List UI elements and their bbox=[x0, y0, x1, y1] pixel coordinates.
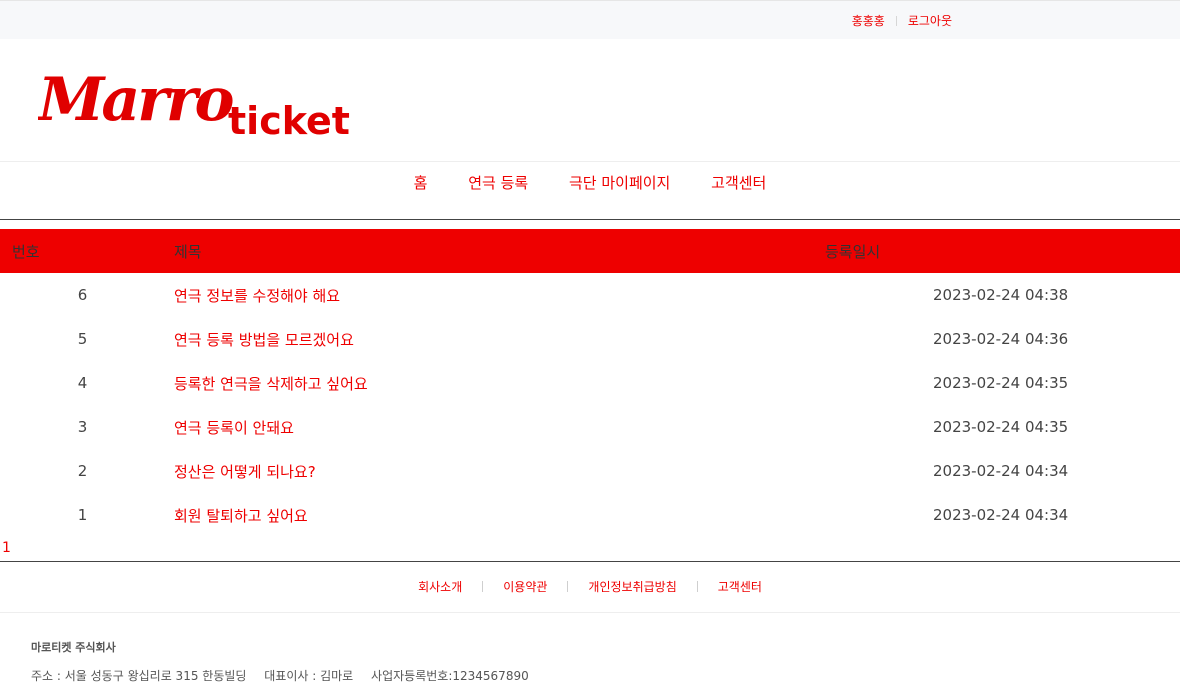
footer-divider-top bbox=[0, 561, 1180, 562]
header-date: 등록일시 bbox=[825, 243, 881, 261]
divider bbox=[567, 581, 569, 592]
row-title-link[interactable]: 연극 정보를 수정해야 해요 bbox=[174, 285, 340, 306]
row-title-link[interactable]: 연극 등록이 안돼요 bbox=[174, 417, 294, 438]
footer-link-customer-center[interactable]: 고객센터 bbox=[718, 578, 762, 595]
company-address: 주소 : 서울 성동구 왕십리로 315 한동빌딩 bbox=[31, 669, 247, 683]
row-date: 2023-02-24 04:36 bbox=[933, 330, 1069, 348]
row-date: 2023-02-24 04:35 bbox=[933, 374, 1069, 392]
nav-item-troupe-mypage[interactable]: 극단 마이페이지 bbox=[569, 172, 670, 193]
row-number: 3 bbox=[77, 418, 88, 436]
board-table-header: 번호 제목 등록일시 bbox=[0, 229, 1180, 273]
nav-item-customer-center[interactable]: 고객센터 bbox=[711, 172, 766, 193]
row-title-link[interactable]: 정산은 어떻게 되나요? bbox=[174, 461, 316, 482]
row-date: 2023-02-24 04:34 bbox=[933, 506, 1069, 524]
table-row: 5 연극 등록 방법을 모르겠어요 2023-02-24 04:36 bbox=[0, 317, 1180, 361]
footer-links: 회사소개 이용약관 개인정보취급방침 고객센터 bbox=[0, 578, 1180, 595]
nav-item-play-register[interactable]: 연극 등록 bbox=[468, 172, 528, 193]
row-title-link[interactable]: 회원 탈퇴하고 싶어요 bbox=[174, 505, 308, 526]
board-table-body: 6 연극 정보를 수정해야 해요 2023-02-24 04:38 5 연극 등… bbox=[0, 273, 1180, 537]
company-name: 마로티켓 주식회사 bbox=[31, 641, 116, 654]
row-number: 6 bbox=[77, 286, 88, 304]
header-number: 번호 bbox=[12, 243, 40, 261]
logo-ticket-text: ticket bbox=[228, 99, 350, 142]
header-title: 제목 bbox=[174, 243, 202, 261]
pagination-page-1[interactable]: 1 bbox=[2, 540, 11, 556]
divider bbox=[696, 581, 698, 592]
company-info: 주소 : 서울 성동구 왕십리로 315 한동빌딩 대표이사 : 김마로 사업자… bbox=[31, 667, 543, 684]
table-row: 6 연극 정보를 수정해야 해요 2023-02-24 04:38 bbox=[0, 273, 1180, 317]
footer-link-about[interactable]: 회사소개 bbox=[418, 578, 462, 595]
nav-divider-top bbox=[0, 161, 1180, 162]
footer-divider-bottom bbox=[0, 612, 1180, 613]
divider bbox=[482, 581, 484, 592]
table-row: 2 정산은 어떻게 되나요? 2023-02-24 04:34 bbox=[0, 449, 1180, 493]
nav-item-home[interactable]: 홈 bbox=[414, 172, 428, 193]
top-utility-bar: 홍홍홍 로그아웃 bbox=[0, 0, 1180, 39]
row-title-link[interactable]: 연극 등록 방법을 모르겠어요 bbox=[174, 329, 354, 350]
logout-link[interactable]: 로그아웃 bbox=[908, 12, 952, 29]
row-number: 5 bbox=[77, 330, 88, 348]
user-links: 홍홍홍 로그아웃 bbox=[852, 12, 952, 29]
row-date: 2023-02-24 04:38 bbox=[933, 286, 1069, 304]
row-date: 2023-02-24 04:35 bbox=[933, 418, 1069, 436]
nav-divider-bottom bbox=[0, 219, 1180, 220]
table-row: 4 등록한 연극을 삭제하고 싶어요 2023-02-24 04:35 bbox=[0, 361, 1180, 405]
row-number: 4 bbox=[77, 374, 88, 392]
row-title-link[interactable]: 등록한 연극을 삭제하고 싶어요 bbox=[174, 373, 368, 394]
footer-link-privacy[interactable]: 개인정보취급방침 bbox=[588, 578, 676, 595]
company-biz-number: 사업자등록번호:1234567890 bbox=[371, 669, 529, 683]
row-date: 2023-02-24 04:34 bbox=[933, 462, 1069, 480]
row-number: 2 bbox=[77, 462, 88, 480]
user-name-link[interactable]: 홍홍홍 bbox=[852, 12, 885, 29]
main-nav: 홈 연극 등록 극단 마이페이지 고객센터 bbox=[0, 172, 1180, 193]
row-number: 1 bbox=[77, 506, 88, 524]
marroticket-logo[interactable]: Marro ticket bbox=[38, 62, 358, 142]
table-row: 3 연극 등록이 안돼요 2023-02-24 04:35 bbox=[0, 405, 1180, 449]
footer-link-terms[interactable]: 이용약관 bbox=[503, 578, 547, 595]
logo-script-text: Marro bbox=[38, 65, 234, 135]
divider bbox=[895, 15, 897, 26]
company-ceo: 대표이사 : 김마로 bbox=[264, 669, 354, 683]
table-row: 1 회원 탈퇴하고 싶어요 2023-02-24 04:34 bbox=[0, 493, 1180, 537]
